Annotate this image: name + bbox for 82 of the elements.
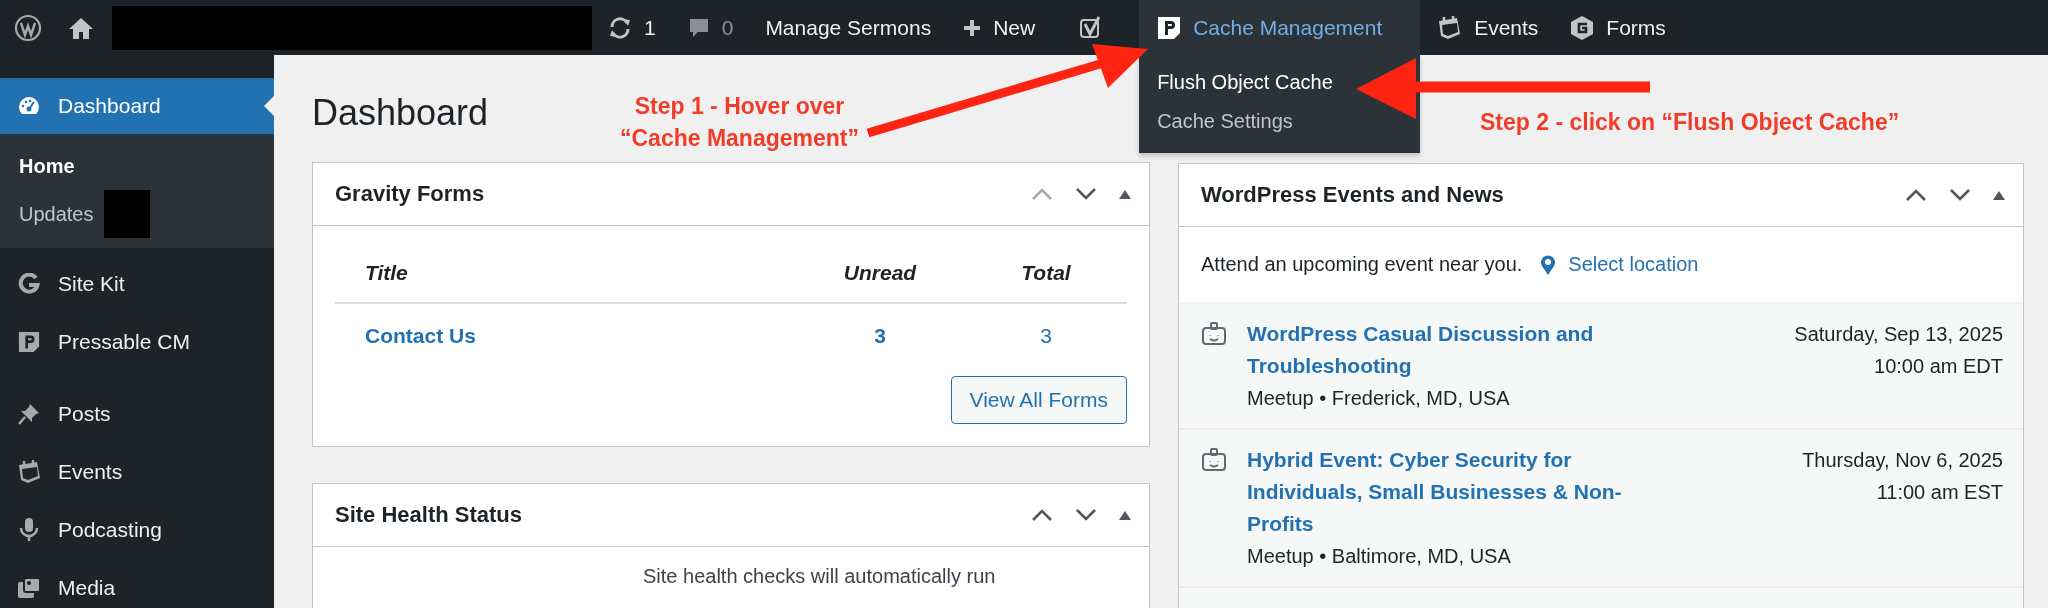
meetup-badge-icon — [1201, 448, 1227, 473]
sidebar-label: Podcasting — [58, 518, 162, 542]
collapse-icon[interactable] — [1119, 189, 1131, 200]
updates-link[interactable]: 1 — [592, 0, 672, 55]
column-header: Unread — [842, 261, 918, 286]
menu-item[interactable]: Cache Settings — [1139, 102, 1421, 141]
submenu-item[interactable]: Home — [0, 142, 274, 190]
pressable-icon — [18, 331, 40, 353]
collapse-icon[interactable] — [1993, 190, 2005, 201]
new-label: New — [993, 15, 1036, 40]
form-link[interactable]: Contact Us — [335, 324, 795, 349]
move-down-icon[interactable] — [1075, 187, 1097, 202]
sidebar-item[interactable]: Pressable CM — [0, 314, 274, 370]
sidebar-item[interactable]: Events — [0, 444, 274, 500]
sidebar-label: Dashboard — [58, 94, 161, 118]
submenu-label: Updates — [19, 202, 94, 226]
meetup-badge-icon — [1201, 322, 1227, 347]
event-link[interactable]: Hybrid Event: Cyber Security for Individuals, Small Businesses & Non-Profits — [1247, 444, 1677, 541]
select-location-link[interactable]: Select location — [1568, 253, 1699, 277]
update-count: 1 — [644, 15, 656, 40]
move-up-icon[interactable] — [1905, 188, 1927, 203]
event-date: Saturday, Sep 13, 2025 — [1794, 322, 2003, 348]
card-title: Site Health Status — [335, 502, 523, 529]
media-icon — [17, 577, 41, 599]
health-message: Site health checks will automatically run — [642, 564, 997, 589]
column-header: Total — [1020, 261, 1072, 286]
collapse-icon[interactable] — [1119, 510, 1131, 521]
event-time: 11:00 am EST — [1875, 480, 2003, 506]
sidebar-label: Events — [58, 460, 123, 484]
forms-link[interactable]: Forms — [1554, 0, 1682, 55]
event-time: 10:00 am EDT — [1873, 354, 2003, 380]
submenu-label: Home — [19, 154, 75, 178]
card-title: WordPress Events and News — [1201, 182, 1504, 209]
submenu-item[interactable]: Updates — [0, 190, 274, 238]
calendar-icon — [1436, 14, 1463, 41]
unread-count-link[interactable]: 3 — [795, 324, 965, 349]
annotation-text: Step 1 - Hover over “Cache Management” — [620, 92, 859, 153]
events-label: Events — [1474, 15, 1539, 40]
move-down-icon[interactable] — [1075, 508, 1097, 523]
forms-label: Forms — [1606, 15, 1666, 40]
sidebar-item[interactable]: Dashboard — [0, 78, 274, 134]
page-title: Dashboard — [312, 91, 489, 135]
move-up-icon[interactable] — [1031, 508, 1053, 523]
annotation-text: Step 2 - click on “Flush Object Cache” — [1480, 108, 1900, 137]
event-location: Meetup • Frederick, MD, USA — [1247, 386, 1511, 412]
new-link[interactable]: New — [947, 0, 1052, 55]
comment-icon — [687, 16, 710, 39]
sidebar-label: Posts — [58, 402, 111, 426]
plus-icon — [963, 18, 982, 37]
refresh-icon — [608, 16, 632, 39]
comments-link[interactable]: 0 — [671, 0, 750, 55]
calendar-icon — [16, 459, 42, 485]
sidebar-item[interactable]: Posts — [0, 386, 274, 442]
home-icon[interactable] — [68, 15, 94, 40]
comment-count: 0 — [721, 15, 734, 40]
pressable-icon — [1157, 15, 1182, 40]
sidebar-label: Pressable CM — [58, 330, 190, 354]
sidebar-item[interactable]: Podcasting — [0, 502, 274, 558]
total-count-link[interactable]: 3 — [965, 324, 1127, 349]
event-date: Thursday, Nov 6, 2025 — [1802, 448, 2003, 474]
sidebar-item[interactable]: Site Kit — [0, 256, 274, 312]
location-pin-icon — [1540, 253, 1557, 276]
move-down-icon[interactable] — [1949, 188, 1971, 203]
event-location: Meetup • Baltimore, MD, USA — [1247, 544, 1512, 570]
event-link[interactable]: WordPress Casual Discussion and Troubleshooting — [1247, 318, 1677, 383]
cache-management-label: Cache Management — [1193, 15, 1383, 40]
pushpin-icon — [17, 402, 41, 426]
gravity-forms-icon — [1570, 14, 1595, 41]
g-letter-icon — [18, 273, 40, 295]
intro-text: Attend an upcoming event near you. — [1201, 253, 1523, 277]
cache-management-menu[interactable]: Cache Management — [1139, 0, 1421, 55]
admin-bar-link[interactable]: Manage Sermons — [749, 0, 948, 55]
menu-item[interactable]: Flush Object Cache — [1139, 63, 1421, 102]
microphone-icon — [18, 517, 40, 543]
events-link[interactable]: Events — [1420, 0, 1555, 55]
view-all-forms-button[interactable]: View All Forms — [950, 376, 1127, 425]
sidebar-item[interactable]: Media — [0, 560, 274, 608]
sidebar-label: Media — [58, 576, 116, 600]
sidebar-label: Site Kit — [58, 272, 125, 296]
card-title: Gravity Forms — [335, 181, 485, 208]
column-header: Title — [364, 261, 409, 286]
wordpress-logo-icon[interactable] — [14, 13, 42, 42]
